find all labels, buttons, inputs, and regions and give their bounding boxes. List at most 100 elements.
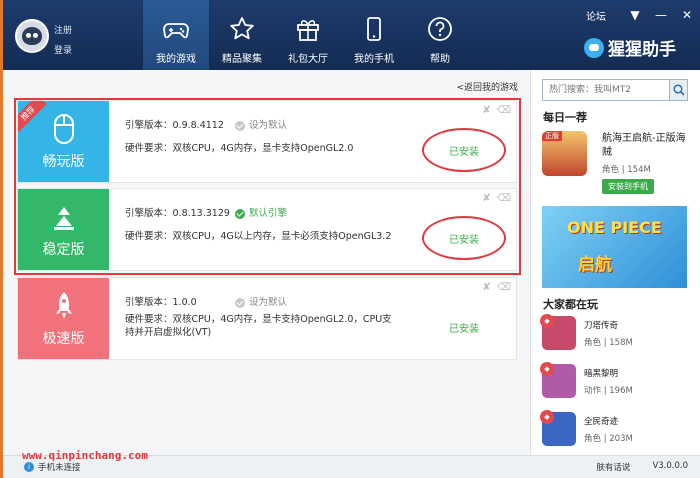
search-box (542, 79, 688, 101)
tab-featured[interactable]: 精品聚集 (209, 0, 275, 70)
back-to-my-games-link[interactable]: <返回我的游戏 (456, 80, 518, 93)
default-engine-badge: 默认引擎 (235, 207, 287, 220)
install-status[interactable]: 已安装 (422, 216, 506, 260)
main-nav: 我的游戏 精品聚集 礼包大厅 我的手机 帮助 (143, 0, 473, 70)
game-name: 刀塔传奇 (584, 321, 619, 331)
banner-subtitle: 启航 (578, 255, 612, 275)
phone-connection-status: i 手机未连接 (24, 461, 81, 473)
tab-label: 我的游戏 (156, 54, 196, 65)
monkey-avatar-icon (22, 27, 42, 45)
repair-icon[interactable]: ✘ (482, 282, 490, 293)
list-item[interactable]: ◆ 刀塔传奇 角色 | 158M (540, 314, 692, 356)
gift-badge-icon: ◆ (540, 362, 554, 376)
brand-name: 猩猩助手 (608, 40, 676, 60)
hardware-requirement: 硬件要求：双核CPU，4G内存，显卡支持OpenGL2.0，CPU支持并开启虚拟… (125, 314, 392, 338)
popular-title: 大家都在玩 (543, 298, 598, 311)
gamepad-icon (163, 23, 189, 39)
gift-badge-icon: ◆ (540, 410, 554, 424)
tab-label: 我的手机 (354, 54, 394, 65)
close-icon[interactable]: ✕ (674, 3, 700, 27)
engine-thumb: 稳定版 (18, 189, 109, 270)
login-link[interactable]: 登录 (54, 41, 72, 61)
daily-game-meta: 角色 | 154M (602, 165, 651, 175)
engine-version: 引擎版本：0.8.13.3129 (125, 208, 230, 219)
list-item[interactable]: ◆ 全民奇迹 角色 | 203M (540, 410, 692, 452)
hardware-requirement: 硬件要求：双核CPU，4G内存，显卡支持OpenGL2.0 (125, 143, 354, 154)
brand-logo: 猩猩助手 (584, 35, 676, 60)
trash-icon[interactable]: ⌫ (497, 193, 511, 204)
engine-info: 引擎版本：0.9.8.4112 设为默认 硬件要求：双核CPU，4G内存，显卡支… (125, 119, 395, 155)
game-meta: 角色 | 203M (584, 434, 633, 444)
tab-my-phone[interactable]: 我的手机 (341, 0, 407, 70)
tab-my-games[interactable]: 我的游戏 (143, 0, 209, 70)
official-tag: 正版 (542, 131, 562, 141)
brand-monkey-icon (584, 37, 604, 58)
engine-thumb: 极速版 (18, 278, 109, 359)
tab-label: 礼包大厅 (288, 54, 328, 65)
game-meta: 动作 | 196M (584, 386, 633, 396)
check-circle-icon (235, 208, 245, 219)
repair-icon[interactable]: ✘ (482, 105, 490, 116)
forum-link[interactable]: 论坛 (586, 8, 606, 23)
daily-game-name[interactable]: 航海王启航-正版海贼 (602, 132, 692, 160)
watermark-text: www.qinpinchang.com (22, 449, 148, 462)
gift-badge-icon: ◆ (540, 314, 554, 328)
sidebar: 每日一荐 正版 航海王启航-正版海贼 角色 | 154M 安装到手机 ONE P… (530, 70, 700, 455)
rocket-icon (55, 291, 72, 319)
tab-help[interactable]: 帮助 (407, 0, 473, 70)
menu-icon[interactable]: ▼ (622, 3, 648, 27)
engine-version: 引擎版本：1.0.0 (125, 297, 197, 308)
hardware-requirement: 硬件要求：双核CPU，4G以上内存，显卡必须支持OpenGL3.2 (125, 231, 392, 242)
check-circle-icon (235, 297, 245, 308)
tab-label: 精品聚集 (222, 54, 262, 65)
help-icon (428, 17, 452, 41)
engine-thumb: 推荐 畅玩版 (18, 101, 109, 182)
search-button[interactable] (669, 80, 687, 100)
engine-card-fast: 极速版 引擎版本：1.0.0 设为默认 硬件要求：双核CPU，4G内存，显卡支持… (17, 277, 517, 360)
gift-icon (297, 20, 319, 41)
banner-title: ONE PIECE (567, 218, 662, 237)
game-name: 全民奇迹 (584, 417, 619, 427)
engine-card-stable: 稳定版 引擎版本：0.8.13.3129 默认引擎 硬件要求：双核CPU，4G以… (17, 188, 517, 271)
minimize-icon[interactable]: — (648, 3, 674, 27)
star-icon (230, 17, 254, 40)
recommend-ribbon: 推荐 (18, 101, 47, 133)
list-item[interactable]: ◆ 暗黑黎明 动作 | 196M (540, 362, 692, 404)
window-controls: 论坛 ▼ — ✕ (586, 0, 700, 30)
search-icon (672, 84, 685, 96)
left-accent-strip (0, 0, 3, 478)
engine-name: 极速版 (42, 330, 85, 347)
avatar[interactable] (15, 19, 49, 53)
search-input[interactable] (543, 80, 669, 100)
trash-icon[interactable]: ⌫ (497, 282, 511, 293)
game-meta: 角色 | 158M (584, 338, 633, 348)
engine-list-panel: <返回我的游戏 推荐 畅玩版 引擎版本：0.9.8.4112 设为默认 硬件要求… (3, 70, 530, 455)
check-circle-icon (235, 120, 245, 131)
skin-feedback-link[interactable]: 肤有话说 (596, 461, 630, 473)
engine-version: 引擎版本：0.9.8.4112 (125, 120, 224, 131)
game-name: 暗黑黎明 (584, 369, 619, 379)
set-default-button[interactable]: 设为默认 (235, 119, 287, 132)
daily-game-icon[interactable]: 正版 (542, 131, 587, 176)
engine-name: 畅玩版 (42, 153, 85, 170)
phone-icon (367, 17, 381, 41)
promo-banner[interactable]: ONE PIECE 启航 (542, 206, 687, 288)
trash-icon[interactable]: ⌫ (497, 105, 511, 116)
install-status[interactable]: 已安装 (422, 305, 506, 349)
install-to-phone-button[interactable]: 安装到手机 (602, 179, 654, 194)
install-status[interactable]: 已安装 (422, 128, 506, 172)
engine-name: 稳定版 (42, 241, 85, 258)
tab-gift-hall[interactable]: 礼包大厅 (275, 0, 341, 70)
engine-card-smooth: 推荐 畅玩版 引擎版本：0.9.8.4112 设为默认 硬件要求：双核CPU，4… (17, 100, 517, 183)
daily-recommend-title: 每日一荐 (543, 111, 587, 124)
set-default-button[interactable]: 设为默认 (235, 296, 287, 309)
login-links: 注册 登录 (54, 21, 72, 61)
triangle-icon (53, 206, 74, 230)
version-label: V3.0.0.0 (652, 461, 688, 471)
engine-info: 引擎版本：0.8.13.3129 默认引擎 硬件要求：双核CPU，4G以上内存，… (125, 207, 395, 243)
register-link[interactable]: 注册 (54, 21, 72, 41)
repair-icon[interactable]: ✘ (482, 193, 490, 204)
info-icon: i (24, 462, 34, 472)
engine-info: 引擎版本：1.0.0 设为默认 硬件要求：双核CPU，4G内存，显卡支持Open… (125, 296, 395, 339)
tab-label: 帮助 (430, 54, 450, 65)
